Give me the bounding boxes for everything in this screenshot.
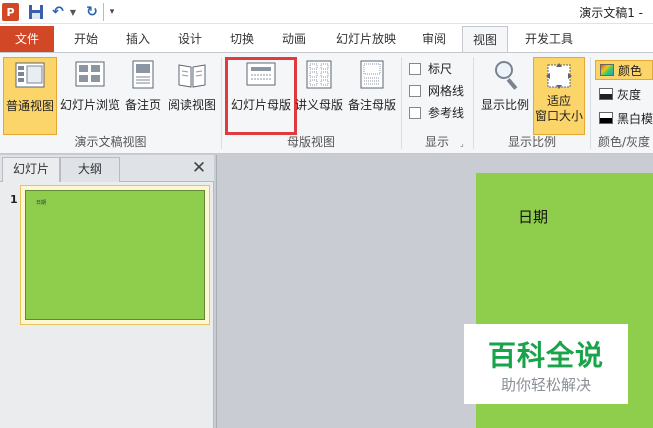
grayscale-label: 灰度: [617, 87, 642, 102]
normal-view-button[interactable]: 普通视图: [3, 57, 57, 135]
slide-number: 1: [10, 193, 18, 206]
slides-panel: 幻灯片 大纲 ✕ 1 日期: [0, 155, 214, 428]
reading-view-button[interactable]: 阅读视图: [166, 57, 218, 135]
tab-transitions[interactable]: 切换: [220, 26, 264, 52]
tab-file[interactable]: 文件: [0, 26, 54, 52]
color-label: 颜色: [618, 63, 643, 78]
slide-master-icon: [246, 60, 276, 90]
notes-page-button[interactable]: 备注页: [122, 57, 164, 135]
reading-view-label: 阅读视图: [167, 98, 216, 112]
guides-checkbox-box[interactable]: [409, 106, 421, 119]
tab-outline[interactable]: 大纲: [60, 157, 120, 182]
slide-sorter-button[interactable]: 幻灯片浏览: [60, 57, 120, 135]
group-label-color: 颜色/灰度: [598, 135, 651, 149]
group-label-presentation-views: 演示文稿视图: [74, 135, 147, 149]
slide-sorter-label: 幻灯片浏览: [60, 98, 121, 112]
tab-slides[interactable]: 幻灯片: [2, 157, 60, 182]
zoom-label: 显示比例: [480, 98, 529, 112]
undo-dropdown-icon[interactable]: ▼: [68, 3, 78, 21]
slide-master-label: 幻灯片母版: [230, 98, 291, 112]
redo-icon[interactable]: ↻: [84, 3, 100, 21]
dialog-launcher-icon[interactable]: ⌟: [460, 139, 464, 148]
magnifier-icon: [492, 60, 518, 90]
watermark-subtitle: 助你轻松解决: [500, 376, 591, 394]
slide-sorter-icon: [75, 60, 105, 90]
quick-access-divider: [103, 3, 104, 21]
slide-thumbnail[interactable]: 日期: [20, 185, 210, 325]
ruler-checkbox[interactable]: 标尺: [409, 60, 452, 77]
group-divider: [590, 57, 591, 149]
zoom-button[interactable]: 显示比例: [478, 57, 532, 135]
tab-review[interactable]: 审阅: [412, 26, 456, 52]
color-swatch-icon: [600, 64, 614, 76]
black-white-swatch-icon: [599, 112, 613, 124]
customize-icon[interactable]: ▾: [107, 3, 117, 21]
tab-animations[interactable]: 动画: [272, 26, 316, 52]
group-presentation-views: 普通视图 幻灯片浏览 备注页 阅读视图 演示文稿视图: [0, 53, 221, 153]
fit-to-window-button[interactable]: 适应 窗口大小: [533, 57, 585, 135]
notes-master-label: 备注母版: [347, 98, 396, 112]
watermark: 百科全说 助你轻松解决: [464, 324, 628, 404]
ruler-label: 标尺: [428, 62, 453, 76]
notes-page-icon: [128, 60, 158, 90]
save-icon[interactable]: [28, 3, 44, 21]
powerpoint-icon[interactable]: P: [2, 3, 19, 21]
notes-page-label: 备注页: [124, 98, 161, 112]
panel-tabs: 幻灯片 大纲 ✕: [0, 155, 214, 182]
slide-thumbnail-image[interactable]: 日期: [25, 190, 205, 320]
guides-checkbox[interactable]: 参考线: [409, 104, 464, 121]
notes-master-button[interactable]: 备注母版: [346, 57, 398, 135]
normal-view-label: 普通视图: [5, 99, 54, 113]
color-button[interactable]: 颜色: [595, 60, 653, 80]
reading-view-icon: [177, 60, 207, 90]
ruler-checkbox-box[interactable]: [409, 62, 421, 75]
grayscale-button[interactable]: 灰度: [595, 84, 653, 104]
tab-insert[interactable]: 插入: [116, 26, 160, 52]
handout-master-label: 讲义母版: [295, 98, 344, 112]
tab-home[interactable]: 开始: [64, 26, 108, 52]
group-label-zoom: 显示比例: [507, 135, 556, 149]
normal-view-icon: [15, 61, 45, 91]
fit-window-icon: [544, 61, 574, 91]
undo-icon[interactable]: ↶: [50, 3, 66, 21]
gridlines-label: 网格线: [428, 84, 465, 98]
title-bar: P ↶ ▼ ↻ ▾ 演示文稿1 -: [0, 0, 653, 24]
tab-design[interactable]: 设计: [168, 26, 212, 52]
ribbon-tabs: 文件 开始 插入 设计 切换 动画 幻灯片放映 审阅 视图 开发工具: [0, 24, 653, 53]
group-label-master-views: 母版视图: [286, 135, 335, 149]
handout-master-button[interactable]: 讲义母版: [295, 57, 343, 135]
tab-slideshow[interactable]: 幻灯片放映: [326, 26, 406, 52]
gridlines-checkbox-box[interactable]: [409, 84, 421, 97]
slide-master-button[interactable]: 幻灯片母版: [225, 57, 297, 135]
close-icon[interactable]: ✕: [190, 158, 208, 178]
thumbnail-text: 日期: [36, 200, 47, 206]
ribbon: 普通视图 幻灯片浏览 备注页 阅读视图 演示文稿视图 幻灯片母版 讲义母版 备注…: [0, 52, 653, 154]
black-white-label: 黑白模式: [617, 111, 653, 126]
date-placeholder[interactable]: 日期: [518, 206, 548, 227]
group-master-views: 幻灯片母版 讲义母版 备注母版 母版视图: [222, 53, 400, 153]
gridlines-checkbox[interactable]: 网格线: [409, 82, 464, 99]
notes-master-icon: [357, 60, 387, 90]
handout-master-icon: [304, 60, 334, 90]
watermark-title: 百科全说: [487, 339, 604, 372]
tab-view[interactable]: 视图: [462, 26, 508, 53]
tab-developer[interactable]: 开发工具: [516, 26, 582, 52]
grayscale-swatch-icon: [599, 88, 613, 100]
document-title: 演示文稿1 -: [579, 6, 643, 20]
fit-to-window-label: 适应 窗口大小: [534, 94, 583, 123]
guides-label: 参考线: [428, 106, 465, 120]
black-white-button[interactable]: 黑白模式: [595, 108, 653, 128]
